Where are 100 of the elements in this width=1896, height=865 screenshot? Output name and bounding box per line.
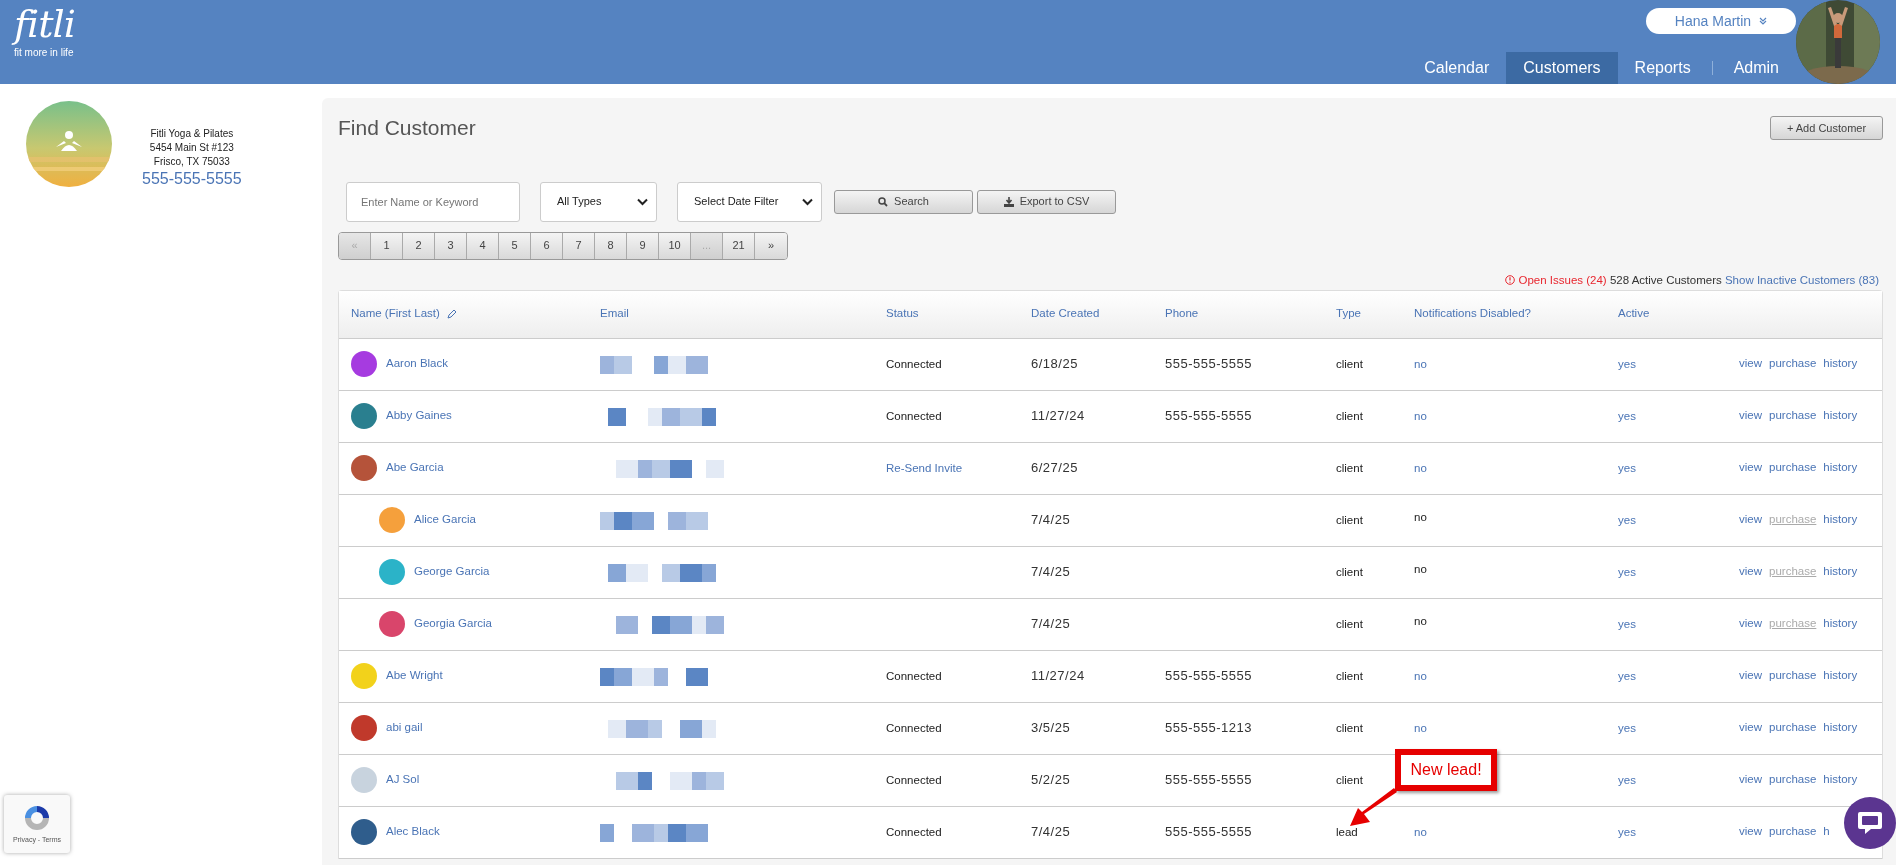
action-link[interactable]: history xyxy=(1823,719,1858,737)
active-link[interactable]: yes xyxy=(1618,774,1636,787)
status-text: Connected xyxy=(886,826,942,839)
action-link[interactable]: history xyxy=(1823,563,1858,581)
type-text: client xyxy=(1336,462,1363,475)
action-link[interactable]: h xyxy=(1823,823,1830,841)
action-link[interactable]: view xyxy=(1739,719,1762,737)
dropdown[interactable]: Select Date Filter xyxy=(677,181,822,222)
business-name: Fitli Yoga & Pilates xyxy=(149,127,235,141)
page-button[interactable]: 21 xyxy=(723,232,755,259)
phone-text: 555-555-5555 xyxy=(1165,824,1252,840)
page-button[interactable]: 10 xyxy=(659,232,691,259)
action-link[interactable]: view xyxy=(1739,615,1762,633)
action-link[interactable]: view xyxy=(1739,407,1762,425)
page-button[interactable]: » xyxy=(755,232,787,259)
notifications-text: no xyxy=(1414,562,1427,575)
resend-invite-link[interactable]: Re-Send Invite xyxy=(886,462,963,475)
action-link[interactable]: view xyxy=(1739,459,1762,477)
phone-text: 555-555-1213 xyxy=(1165,720,1252,736)
column-header[interactable]: Status xyxy=(874,305,1019,323)
active-count: 528 Active Customers xyxy=(1609,273,1722,286)
page-button[interactable]: 2 xyxy=(403,232,435,259)
active-link[interactable]: yes xyxy=(1618,410,1636,423)
action-link[interactable]: history xyxy=(1823,511,1858,529)
active-link[interactable]: yes xyxy=(1618,826,1636,839)
action-link[interactable]: view xyxy=(1739,355,1762,373)
notifications-link[interactable]: no xyxy=(1414,410,1427,423)
notifications-link[interactable]: no xyxy=(1414,358,1427,371)
customer-name-link[interactable]: Georgia Garcia xyxy=(414,615,492,633)
open-issues-link[interactable]: Open Issues (24) xyxy=(1518,273,1607,286)
type-text: client xyxy=(1336,358,1363,371)
type-text: client xyxy=(1336,722,1363,735)
phone-text: 555-555-5555 xyxy=(1165,408,1252,424)
date-text: 7/4/25 xyxy=(1031,564,1071,580)
column-header[interactable]: Email xyxy=(588,305,874,323)
export-button[interactable]: Export to CSV xyxy=(977,189,1116,214)
search-button[interactable]: Search xyxy=(834,189,973,214)
nav-tab[interactable]: Reports xyxy=(1617,52,1708,84)
page-button[interactable]: 7 xyxy=(563,232,595,259)
action-link[interactable]: purchase xyxy=(1769,667,1817,685)
nav-tab[interactable]: Customers xyxy=(1506,52,1618,84)
page-button[interactable]: 9 xyxy=(627,232,659,259)
customer-name-link[interactable]: Abe Garcia xyxy=(386,459,444,477)
page-button[interactable]: 1 xyxy=(371,232,403,259)
column-header[interactable]: Name (First Last) xyxy=(351,307,440,320)
page-button[interactable]: 8 xyxy=(595,232,627,259)
action-link[interactable]: view xyxy=(1739,511,1762,529)
notifications-link[interactable]: no xyxy=(1414,462,1427,475)
column-header[interactable]: Notifications Disabled? xyxy=(1402,305,1606,323)
customer-name-link[interactable]: abi gail xyxy=(386,719,423,737)
action-link[interactable]: view xyxy=(1739,563,1762,581)
customer-name-link[interactable]: Abe Wright xyxy=(386,667,443,685)
nav-tab[interactable]: Admin xyxy=(1716,52,1796,84)
search-field[interactable]: Enter Name or Keyword xyxy=(346,181,520,222)
active-link[interactable]: yes xyxy=(1618,358,1636,371)
customer-name-link[interactable]: Abby Gaines xyxy=(386,407,452,425)
column-header[interactable]: Type xyxy=(1324,305,1402,323)
active-link[interactable]: yes xyxy=(1618,670,1636,683)
action-link[interactable]: history xyxy=(1823,355,1858,373)
column-header[interactable]: Date Created xyxy=(1019,305,1153,323)
action-link[interactable]: purchase xyxy=(1769,407,1817,425)
action-link[interactable]: history xyxy=(1823,667,1858,685)
action-link[interactable]: purchase xyxy=(1769,459,1817,477)
page-button[interactable]: 6 xyxy=(531,232,563,259)
customer-name-link[interactable]: Alice Garcia xyxy=(414,511,476,529)
user-menu-button[interactable]: Hana Martin xyxy=(1646,8,1796,34)
customer-name-link[interactable]: Aaron Black xyxy=(386,355,448,373)
notifications-link[interactable]: no xyxy=(1414,826,1427,839)
action-link[interactable]: view xyxy=(1739,667,1762,685)
nav-tab[interactable]: Calendar xyxy=(1407,52,1507,84)
add-customer-button[interactable]: + Add Customer xyxy=(1770,116,1883,140)
action-link[interactable]: history xyxy=(1823,407,1858,425)
action-link[interactable]: history xyxy=(1823,459,1858,477)
customer-name-link[interactable]: George Garcia xyxy=(414,563,490,581)
action-link[interactable]: purchase xyxy=(1769,719,1817,737)
action-link[interactable]: view xyxy=(1739,823,1762,841)
pencil-icon[interactable] xyxy=(445,308,457,320)
column-header[interactable]: Active xyxy=(1606,305,1739,323)
active-link[interactable]: yes xyxy=(1618,722,1636,735)
action-link[interactable]: view xyxy=(1739,771,1762,789)
active-link[interactable]: yes xyxy=(1618,462,1636,475)
action-link[interactable]: purchase xyxy=(1769,823,1817,841)
active-link[interactable]: yes xyxy=(1618,514,1636,527)
action-link[interactable]: purchase xyxy=(1769,355,1817,373)
page-button[interactable]: 4 xyxy=(467,232,499,259)
active-link[interactable]: yes xyxy=(1618,618,1636,631)
column-header[interactable]: Phone xyxy=(1153,305,1324,323)
page-button[interactable]: 5 xyxy=(499,232,531,259)
active-link[interactable]: yes xyxy=(1618,566,1636,579)
page-button[interactable]: 3 xyxy=(435,232,467,259)
customer-name-link[interactable]: AJ Sol xyxy=(386,771,420,789)
action-link[interactable]: purchase xyxy=(1769,771,1817,789)
action-link[interactable]: history xyxy=(1823,771,1858,789)
chat-icon xyxy=(1856,809,1884,837)
notifications-link[interactable]: no xyxy=(1414,670,1427,683)
alert-icon xyxy=(1505,274,1516,285)
notifications-link[interactable]: no xyxy=(1414,722,1427,735)
customer-name-link[interactable]: Alec Black xyxy=(386,823,440,841)
action-link[interactable]: history xyxy=(1823,615,1858,633)
dropdown[interactable]: All Types xyxy=(540,181,657,222)
